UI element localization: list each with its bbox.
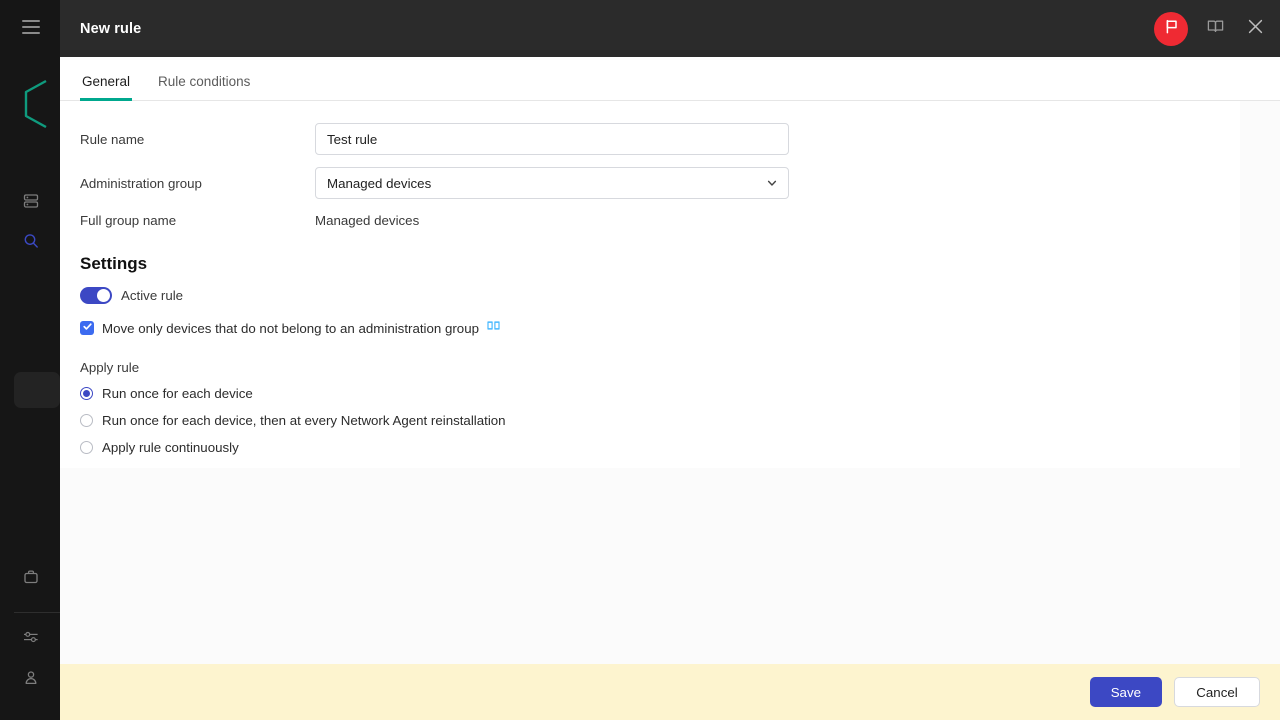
book-icon: [486, 318, 501, 338]
active-rule-label: Active rule: [121, 288, 184, 303]
sidebar-item-servers[interactable]: [16, 188, 46, 218]
header-actions: [1154, 0, 1268, 57]
server-icon: [22, 192, 40, 215]
modal-footer: Save Cancel: [60, 664, 1280, 720]
administration-group-select[interactable]: Managed devices: [315, 167, 789, 199]
hexagon-logo: [16, 78, 60, 130]
sidebar-item-search[interactable]: [16, 228, 46, 258]
full-group-name-value: Managed devices: [315, 213, 420, 228]
radio-icon: [80, 387, 93, 400]
app-sidebar: [0, 0, 60, 720]
close-icon: [1246, 17, 1265, 41]
sidebar-item-settings[interactable]: [16, 624, 46, 654]
sliders-icon: [22, 628, 40, 651]
move-only-label: Move only devices that do not belong to …: [102, 320, 479, 336]
move-only-help-link[interactable]: [486, 318, 501, 338]
apply-rule-label: Apply rule: [80, 360, 140, 375]
new-rule-modal: New rule General Rule conditions Rule na…: [60, 0, 1280, 720]
move-only-checkbox[interactable]: [80, 321, 94, 335]
sidebar-active-highlight: [14, 372, 60, 408]
administration-group-value: Managed devices: [327, 175, 432, 191]
apply-rule-option-1[interactable]: Run once for each device, then at every …: [80, 413, 1240, 428]
rule-name-input[interactable]: [315, 123, 789, 155]
sidebar-item-account[interactable]: [16, 665, 46, 695]
full-group-name-label: Full group name: [80, 213, 177, 228]
modal-body: Rule name Administration group Managed d…: [60, 101, 1280, 720]
apply-rule-option-0-label: Run once for each device: [102, 386, 253, 401]
apply-rule-option-2-label: Apply rule continuously: [102, 440, 239, 455]
tab-rule-conditions[interactable]: Rule conditions: [156, 74, 252, 100]
save-button[interactable]: Save: [1089, 677, 1162, 707]
toggle-knob: [97, 289, 110, 302]
sidebar-divider: [14, 612, 60, 613]
full-group-name-row: Full group name Managed devices: [80, 213, 1240, 228]
menu-icon[interactable]: [22, 20, 40, 34]
flag-icon: [1163, 18, 1180, 40]
tab-general[interactable]: General: [80, 74, 133, 101]
sidebar-item-assets[interactable]: [16, 564, 46, 594]
modal-header: New rule: [60, 0, 1280, 57]
apply-rule-option-0[interactable]: Run once for each device: [80, 386, 1240, 401]
settings-heading: Settings: [80, 254, 148, 273]
rule-name-row: Rule name: [80, 123, 1240, 155]
active-rule-row: Active rule: [80, 287, 1240, 304]
page-title: New rule: [80, 20, 142, 37]
general-form: Rule name Administration group Managed d…: [60, 101, 1240, 468]
radio-icon: [80, 441, 93, 454]
check-icon: [82, 319, 93, 337]
briefcase-icon: [22, 568, 40, 591]
active-rule-toggle[interactable]: [80, 287, 112, 304]
user-icon: [22, 669, 40, 692]
close-button[interactable]: [1242, 16, 1268, 42]
cancel-button[interactable]: Cancel: [1174, 677, 1260, 707]
help-button[interactable]: [1202, 16, 1228, 42]
flag-button[interactable]: [1154, 11, 1188, 46]
tab-bar: General Rule conditions: [60, 57, 1280, 101]
apply-rule-option-1-label: Run once for each device, then at every …: [102, 413, 506, 428]
chevron-down-icon: [766, 177, 778, 189]
move-only-row: Move only devices that do not belong to …: [80, 318, 1240, 338]
apply-rule-option-2[interactable]: Apply rule continuously: [80, 440, 1240, 455]
radio-icon: [80, 414, 93, 427]
book-icon: [1206, 17, 1225, 41]
rule-name-label: Rule name: [80, 131, 145, 147]
administration-group-label: Administration group: [80, 175, 202, 191]
search-icon: [22, 232, 40, 255]
administration-group-row: Administration group Managed devices: [80, 167, 1240, 199]
